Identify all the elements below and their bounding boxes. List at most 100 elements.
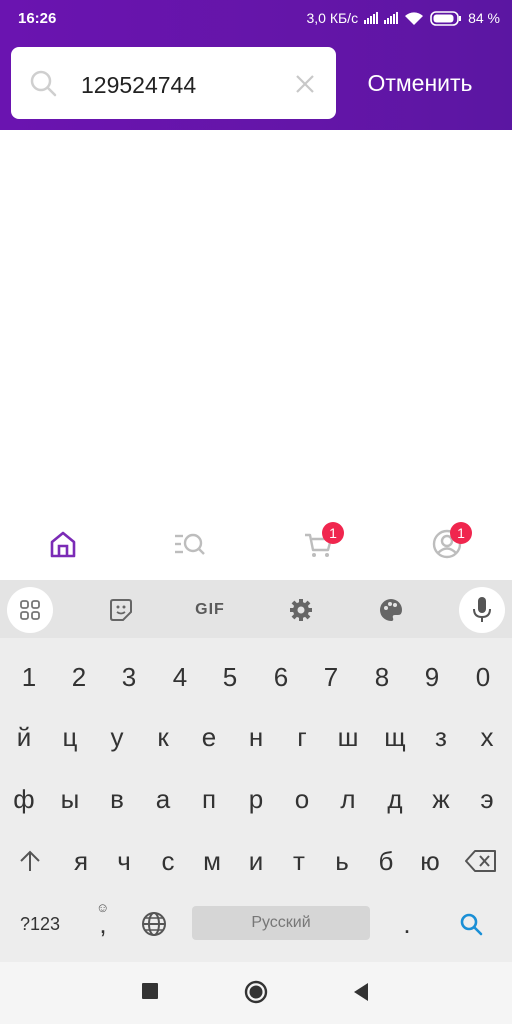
shift-arrow-icon [20,850,40,871]
backspace-key[interactable] [456,830,506,892]
key-letter[interactable]: к [140,706,186,768]
key-letter[interactable]: л [325,768,371,830]
palette-icon [380,599,402,621]
key-letter[interactable]: с [145,830,191,892]
circle-icon [244,980,268,1004]
nav-cart[interactable]: 1 [302,522,344,563]
key-letter[interactable]: д [372,768,418,830]
on-screen-keyboard: GIF 1 2 3 4 5 6 7 8 9 0 й ц у к е н г ш … [0,580,512,962]
gear-icon [290,599,312,621]
key-letter[interactable]: ю [407,830,453,892]
cancel-button[interactable]: Отменить [350,70,490,97]
search-icon [29,69,57,102]
key-letter[interactable]: г [279,706,325,768]
key-4[interactable]: 4 [155,646,205,708]
status-bar: 16:26 3,0 КБ/с 84 % [0,0,512,36]
gif-label: GIF [195,601,225,618]
nav-profile[interactable]: 1 [430,522,472,563]
back-button[interactable] [352,982,370,1007]
shift-key[interactable] [5,830,55,892]
home-icon [50,531,76,558]
number-row: 1 2 3 4 5 6 7 8 9 0 [0,646,512,708]
apps-grid-icon [20,600,40,620]
app-header: 16:26 3,0 КБ/с 84 % Отменить [0,0,512,130]
key-6[interactable]: 6 [256,646,306,708]
search-key[interactable] [446,893,496,955]
key-letter[interactable]: и [233,830,279,892]
key-7[interactable]: 7 [306,646,356,708]
key-letter[interactable]: з [418,706,464,768]
wifi-icon [404,11,424,26]
key-2[interactable]: 2 [54,646,104,708]
catalog-search-icon [175,533,205,555]
key-letter[interactable]: о [279,768,325,830]
bottom-navigation: 1 1 [0,503,512,580]
back-triangle-icon [354,983,368,1001]
theme-button[interactable] [376,595,406,625]
cart-badge: 1 [322,522,344,544]
settings-button[interactable] [286,595,316,625]
status-time: 16:26 [18,10,57,27]
key-letter[interactable]: ж [418,768,464,830]
apps-grid-button[interactable] [7,587,53,633]
comma-key[interactable]: ☺ , [78,893,128,955]
signal-icon [364,12,379,24]
system-navigation-bar [0,962,512,1024]
signal-icon-2 [384,12,399,24]
key-letter[interactable]: э [464,768,510,830]
nav-home[interactable] [46,527,82,563]
microphone-icon [473,597,491,622]
globe-icon [142,912,166,936]
key-letter[interactable]: ы [47,768,93,830]
sticker-button[interactable] [106,595,136,625]
backspace-icon [465,850,496,872]
emoji-icon: ☺ [96,900,110,915]
key-letter[interactable]: б [363,830,409,892]
symbols-key[interactable]: ?123 [10,893,70,955]
key-0[interactable]: 0 [458,646,508,708]
key-letter[interactable]: р [233,768,279,830]
key-letter[interactable]: е [186,706,232,768]
status-indicators: 3,0 КБ/с 84 % [306,10,500,26]
home-button[interactable] [244,980,268,1009]
voice-input-button[interactable] [459,587,505,633]
key-letter[interactable]: ш [325,706,371,768]
profile-badge: 1 [450,522,472,544]
key-letter[interactable]: ф [1,768,47,830]
letter-row-1: й ц у к е н г ш щ з х [0,706,512,768]
period-key[interactable]: . [382,893,432,955]
key-letter[interactable]: н [233,706,279,768]
key-letter[interactable]: у [94,706,140,768]
key-letter[interactable]: й [1,706,47,768]
key-letter[interactable]: щ [372,706,418,768]
key-letter[interactable]: ь [319,830,365,892]
key-letter[interactable]: м [189,830,235,892]
key-letter[interactable]: т [276,830,322,892]
key-8[interactable]: 8 [357,646,407,708]
nav-catalog[interactable] [172,527,208,563]
key-3[interactable]: 3 [104,646,154,708]
letter-row-2: ф ы в а п р о л д ж э [0,768,512,830]
key-letter[interactable]: п [186,768,232,830]
battery-icon [430,10,462,26]
language-key[interactable] [129,893,179,955]
key-letter[interactable]: а [140,768,186,830]
space-key[interactable]: Русский [192,906,370,940]
clear-icon[interactable] [294,73,316,100]
key-letter[interactable]: х [464,706,510,768]
key-letter[interactable]: ц [47,706,93,768]
search-input[interactable] [79,69,283,101]
search-key-icon [460,913,483,936]
key-9[interactable]: 9 [407,646,457,708]
letter-row-3: я ч с м и т ь б ю [0,830,512,892]
recents-button[interactable] [141,982,159,1005]
key-letter[interactable]: в [94,768,140,830]
search-box[interactable] [11,47,336,119]
key-1[interactable]: 1 [4,646,54,708]
battery-percent: 84 % [468,10,500,26]
gif-button[interactable]: GIF [195,595,225,625]
keyboard-toolbar: GIF [0,580,512,638]
square-icon [142,983,158,999]
sticker-icon [110,599,132,621]
key-5[interactable]: 5 [205,646,255,708]
